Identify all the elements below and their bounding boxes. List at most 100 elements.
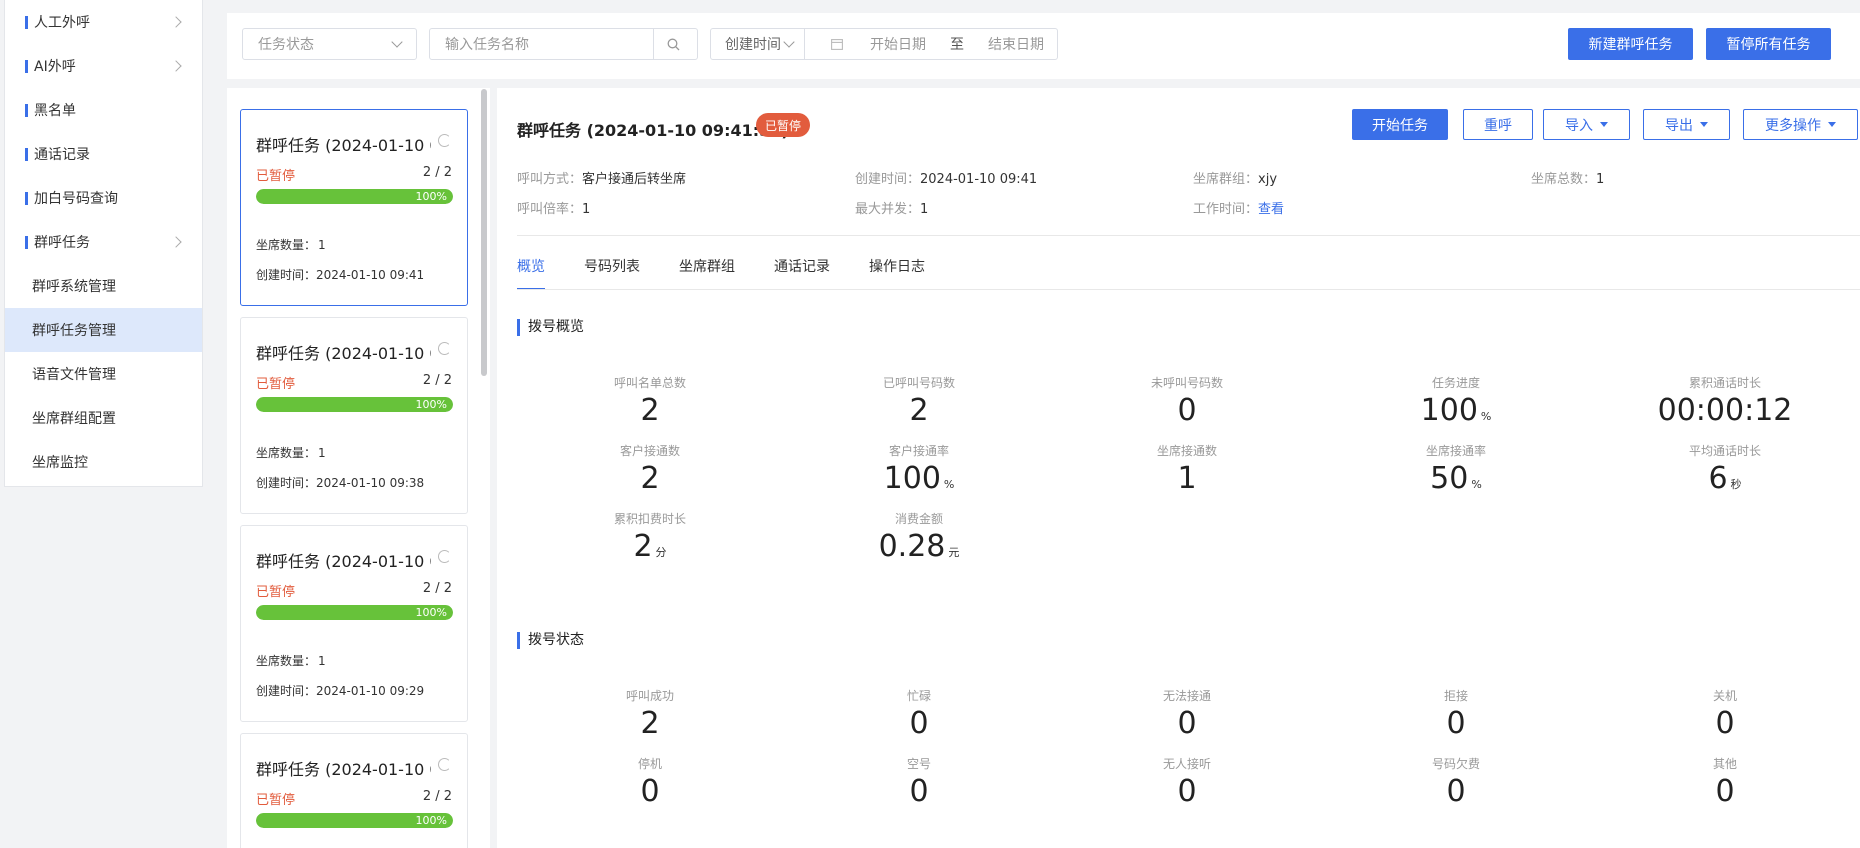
task-card-created: 创建时间：2024-01-10 09:38 xyxy=(256,474,424,491)
stat-value-row: 0 xyxy=(819,775,1019,809)
sidebar-item-call-records[interactable]: 通话记录 xyxy=(5,132,202,176)
stat-label: 无法接通 xyxy=(1162,689,1211,703)
stat-label: 呼叫成功 xyxy=(625,689,674,703)
chevron-right-icon xyxy=(170,60,182,72)
tab-call-records[interactable]: 通话记录 xyxy=(774,256,830,290)
task-name-search[interactable]: 输入任务名称 xyxy=(429,28,698,60)
filter-bar: 任务状态 输入任务名称 创建时间 开始日期 至 结束日期 新建群呼任务 暂停所有… xyxy=(227,13,1860,79)
sidebar-item-group-call[interactable]: 群呼任务 xyxy=(5,220,202,264)
tab-overview[interactable]: 概览 xyxy=(517,256,545,290)
stat-item: 其他 0 xyxy=(1625,755,1825,809)
tab-number-list[interactable]: 号码列表 xyxy=(584,256,640,290)
sidebar-subitem-voice-files[interactable]: 语音文件管理 xyxy=(5,352,202,396)
stat-value: 2 xyxy=(640,706,660,741)
more-actions-button[interactable]: 更多操作 xyxy=(1743,109,1858,140)
stat-value: 0 xyxy=(1177,774,1197,809)
stat-item: 呼叫名单总数 2 xyxy=(550,374,750,428)
search-icon[interactable] xyxy=(667,38,680,51)
time-type-select[interactable]: 创建时间 xyxy=(711,29,805,59)
task-card[interactable]: 群呼任务 (2024-01-10 09:29:40) 已暂停 2 / 2 100… xyxy=(240,525,468,722)
task-card-title: 群呼任务 (2024-01-10 09:15:07) xyxy=(256,760,431,779)
status-badge: 已暂停 xyxy=(756,113,811,137)
end-date-input[interactable]: 结束日期 xyxy=(988,34,1044,54)
task-card-seats: 坐席数量： 1 xyxy=(256,236,326,253)
task-card-created: 创建时间：2024-01-10 09:29 xyxy=(256,682,424,699)
refresh-icon[interactable] xyxy=(438,342,451,355)
export-button-label: 导出 xyxy=(1665,117,1693,134)
progress-fill: 100% xyxy=(256,189,453,204)
stat-label: 空号 xyxy=(906,757,931,771)
sidebar-subitem-system[interactable]: 群呼系统管理 xyxy=(5,264,202,308)
stat-label: 其他 xyxy=(1712,757,1737,771)
stat-item: 空号 0 xyxy=(819,755,1019,809)
task-card[interactable]: 群呼任务 (2024-01-10 09:41:51) 已暂停 2 / 2 100… xyxy=(240,109,468,306)
stat-value: 0 xyxy=(1715,774,1735,809)
stat-item: 号码欠费 0 xyxy=(1356,755,1556,809)
calendar-icon xyxy=(831,39,843,50)
info-label: 呼叫倍率： xyxy=(517,202,583,217)
start-date-input[interactable]: 开始日期 xyxy=(870,34,926,54)
info-value: 1 xyxy=(582,202,591,217)
export-button[interactable]: 导出 xyxy=(1643,109,1730,140)
stat-item: 关机 0 xyxy=(1625,687,1825,741)
pause-all-button[interactable]: 暂停所有任务 xyxy=(1706,28,1831,60)
refresh-icon[interactable] xyxy=(438,758,451,771)
search-input-placeholder: 输入任务名称 xyxy=(445,37,529,53)
import-button[interactable]: 导入 xyxy=(1543,109,1630,140)
created-label: 创建时间： xyxy=(256,684,317,698)
task-card-progress: 100% xyxy=(256,189,453,204)
sidebar-item-whitelist-query[interactable]: 加白号码查询 xyxy=(5,176,202,220)
stat-value-row: 0 xyxy=(1356,775,1556,809)
tab-seat-group[interactable]: 坐席群组 xyxy=(679,256,735,290)
tab-operation-log[interactable]: 操作日志 xyxy=(869,256,925,290)
stat-item: 坐席接通率 50% xyxy=(1356,442,1556,502)
stat-item: 拒接 0 xyxy=(1356,687,1556,741)
stat-value-row: 0.28 元 xyxy=(819,530,1019,570)
info-seat-group: 坐席群组：xjy xyxy=(1193,168,1277,187)
created-label: 创建时间： xyxy=(256,268,317,282)
more-actions-label: 更多操作 xyxy=(1765,117,1821,134)
stat-value: 6 xyxy=(1708,461,1728,496)
info-value: 2024-01-10 09:41 xyxy=(920,172,1038,187)
stat-value: 0 xyxy=(640,774,660,809)
sidebar-item-blacklist[interactable]: 黑名单 xyxy=(5,88,202,132)
refresh-icon[interactable] xyxy=(438,550,451,563)
task-card[interactable]: 群呼任务 (2024-01-10 09:38:12) 已暂停 2 / 2 100… xyxy=(240,317,468,514)
sidebar-item-label: 人工外呼 xyxy=(34,15,90,31)
task-list-scrollbar[interactable] xyxy=(481,89,487,376)
view-work-time-link[interactable]: 查看 xyxy=(1258,202,1284,217)
stat-item: 未呼叫号码数 0 xyxy=(1087,374,1287,428)
divider xyxy=(517,235,1860,236)
task-card-created: 创建时间：2024-01-10 09:41 xyxy=(256,266,424,283)
task-card-count: 2 / 2 xyxy=(422,789,452,804)
stat-item: 消费金额 0.28 元 xyxy=(819,510,1019,570)
task-card-title: 群呼任务 (2024-01-10 09:41:51) xyxy=(256,136,431,155)
task-card-title: 群呼任务 (2024-01-10 09:29:40) xyxy=(256,552,431,571)
sidebar-item-manual-call[interactable]: 人工外呼 xyxy=(5,0,202,44)
stat-value-row: 00:00:12 xyxy=(1625,394,1825,428)
stat-unit: % xyxy=(1480,410,1492,423)
refresh-icon[interactable] xyxy=(438,134,451,147)
start-task-button[interactable]: 开始任务 xyxy=(1352,109,1448,140)
stat-value: 1 xyxy=(1177,461,1197,496)
stat-item: 客户接通数 2 xyxy=(550,442,750,496)
info-concurrency: 最大并发：1 xyxy=(855,198,928,217)
stat-item: 坐席接通数 1 xyxy=(1087,442,1287,496)
stat-label: 平均通话时长 xyxy=(1688,444,1761,458)
sidebar-marker xyxy=(25,103,28,117)
task-detail: 群呼任务 (2024-01-10 09:41:51) 已暂停 开始任务 重呼 导… xyxy=(497,88,1860,848)
sidebar-subitem-seat-monitor[interactable]: 坐席监控 xyxy=(5,440,202,484)
sidebar-item-ai-call[interactable]: AI外呼 xyxy=(5,44,202,88)
status-select[interactable]: 任务状态 xyxy=(242,28,417,60)
stat-item: 客户接通率 100% xyxy=(819,442,1019,502)
task-card[interactable]: 群呼任务 (2024-01-10 09:15:07) 已暂停 2 / 2 100… xyxy=(240,733,468,848)
recall-button[interactable]: 重呼 xyxy=(1463,109,1533,140)
stat-value-row: 2 xyxy=(550,707,750,741)
info-value: 1 xyxy=(920,202,929,217)
sidebar-subitem-seat-groups[interactable]: 坐席群组配置 xyxy=(5,396,202,440)
created-label: 创建时间： xyxy=(256,476,317,490)
new-task-button[interactable]: 新建群呼任务 xyxy=(1568,28,1693,60)
sidebar-subitem-task-management[interactable]: 群呼任务管理 xyxy=(5,308,202,352)
stat-label: 关机 xyxy=(1712,689,1737,703)
seats-value: 1 xyxy=(318,446,326,460)
